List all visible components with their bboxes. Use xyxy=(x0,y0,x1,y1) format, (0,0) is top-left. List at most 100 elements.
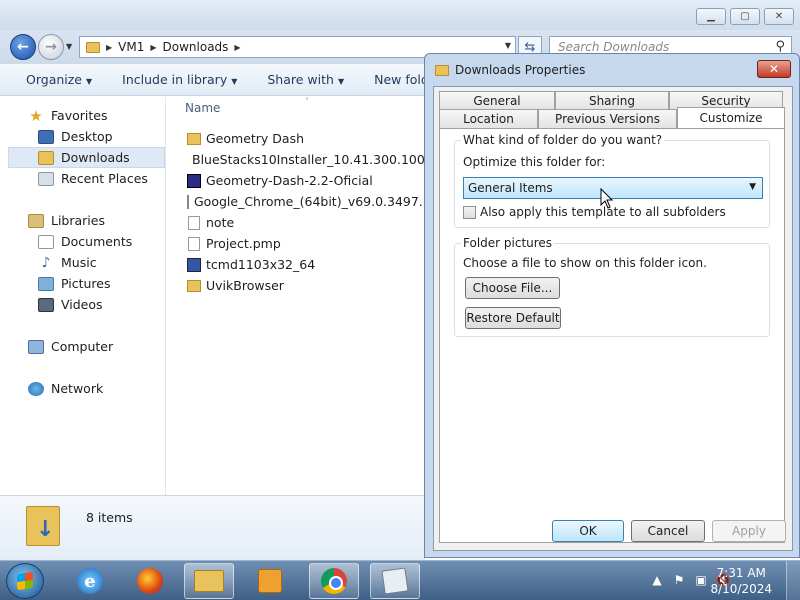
media-player-icon xyxy=(258,569,282,593)
nav-videos-label: Videos xyxy=(61,297,103,312)
nav-recent-places[interactable]: Recent Places xyxy=(38,168,148,189)
downloads-folder-large-icon xyxy=(26,506,60,546)
taskbar-chrome[interactable] xyxy=(309,563,359,599)
tab-customize[interactable]: Customize xyxy=(677,107,785,128)
taskbar-firefox[interactable] xyxy=(125,563,175,599)
back-button[interactable]: ← xyxy=(10,34,36,60)
nav-pictures[interactable]: Pictures xyxy=(38,273,111,294)
floppy-icon xyxy=(187,173,201,188)
file-row[interactable]: Geometry Dash xyxy=(187,128,425,149)
start-button[interactable] xyxy=(6,563,44,599)
minimize-button[interactable]: ▁ xyxy=(696,8,726,25)
nav-libraries[interactable]: Libraries xyxy=(28,210,105,231)
file-row[interactable]: Google_Chrome_(64bit)_v69.0.3497.100 xyxy=(187,191,425,212)
file-row[interactable]: BlueStacks10Installer_10.41.300.1002_nat… xyxy=(187,149,425,170)
taskbar: e ▲ ⚑ ▣ 🔇 7:31 AM 8/10/2024 xyxy=(0,560,800,600)
file-row[interactable]: Geometry-Dash-2.2-Oficial xyxy=(187,170,425,191)
include-in-library-label: Include in library xyxy=(122,72,228,87)
mouse-cursor-icon xyxy=(600,188,614,209)
clock-time: 7:31 AM xyxy=(716,566,766,580)
folder-pictures-text: Choose a file to show on this folder ico… xyxy=(463,256,707,270)
file-list: Name ˄ Geometry Dash BlueStacks10Install… xyxy=(167,97,425,495)
taskbar-media-player[interactable] xyxy=(245,563,295,599)
nav-music[interactable]: ♪ Music xyxy=(38,252,97,273)
breadcrumb-arrow-icon[interactable]: ▶ xyxy=(150,43,156,52)
dialog-close-button[interactable]: ✕ xyxy=(757,60,791,78)
close-button[interactable]: ✕ xyxy=(764,8,794,25)
file-row[interactable]: Project.pmp xyxy=(187,233,425,254)
cancel-button[interactable]: Cancel xyxy=(631,520,705,542)
folder-type-group: What kind of folder do you want? Optimiz… xyxy=(454,133,770,228)
document-icon xyxy=(188,236,200,251)
breadcrumb-vm1[interactable]: VM1 xyxy=(118,40,144,54)
tab-location[interactable]: Location xyxy=(439,109,538,128)
nav-desktop[interactable]: Desktop xyxy=(38,126,113,147)
windows-logo-icon xyxy=(17,571,33,591)
nav-music-label: Music xyxy=(61,255,97,270)
share-with-menu[interactable]: Share with ▼ xyxy=(267,72,344,87)
taskbar-explorer[interactable] xyxy=(184,563,234,599)
clock-date: 8/10/2024 xyxy=(710,582,772,596)
explorer-titlebar: ▁ ▢ ✕ xyxy=(0,0,800,30)
window-controls: ▁ ▢ ✕ xyxy=(696,8,794,25)
file-row[interactable]: UvikBrowser xyxy=(187,275,425,296)
address-dropdown-icon[interactable]: ▼ xyxy=(505,41,511,50)
show-desktop-button[interactable] xyxy=(786,561,800,600)
nav-favorites[interactable]: ★ Favorites xyxy=(28,105,107,126)
search-icon[interactable]: ⚲ xyxy=(775,39,785,54)
details-pane: 8 items xyxy=(0,495,425,560)
organize-menu[interactable]: Organize ▼ xyxy=(26,72,92,87)
nav-videos[interactable]: Videos xyxy=(38,294,103,315)
tab-sharing[interactable]: Sharing xyxy=(555,91,669,110)
chevron-down-icon: ▼ xyxy=(231,77,238,86)
network-tray-icon[interactable]: ▣ xyxy=(694,573,708,587)
taskbar-internet-explorer[interactable]: e xyxy=(65,563,115,599)
recent-places-icon xyxy=(38,171,54,186)
network-icon xyxy=(28,381,44,396)
file-name: UvikBrowser xyxy=(206,278,284,293)
chrome-icon xyxy=(321,568,347,594)
ok-button[interactable]: OK xyxy=(552,520,624,542)
document-icon xyxy=(188,215,200,230)
chevron-down-icon: ▼ xyxy=(749,182,756,192)
breadcrumb-arrow-icon[interactable]: ▶ xyxy=(106,43,112,52)
organize-label: Organize xyxy=(26,72,82,87)
file-name: Geometry Dash xyxy=(206,131,305,146)
tab-previous-versions[interactable]: Previous Versions xyxy=(538,109,677,128)
apply-subfolders-checkbox[interactable]: Also apply this template to all subfolde… xyxy=(463,205,726,219)
choose-file-button[interactable]: Choose File... xyxy=(465,277,560,299)
checkbox-box[interactable] xyxy=(463,205,476,219)
clock[interactable]: 7:31 AM 8/10/2024 xyxy=(710,565,772,597)
restore-default-button[interactable]: Restore Default xyxy=(465,307,561,329)
nav-recent-places-label: Recent Places xyxy=(61,171,148,186)
nav-favorites-label: Favorites xyxy=(51,108,108,123)
nav-documents[interactable]: Documents xyxy=(38,231,132,252)
folder-pictures-group: Folder pictures Choose a file to show on… xyxy=(454,236,770,337)
apply-button[interactable]: Apply xyxy=(712,520,786,542)
nav-computer-label: Computer xyxy=(51,339,114,354)
nav-network[interactable]: Network xyxy=(28,378,103,399)
nav-computer[interactable]: Computer xyxy=(28,336,113,357)
folder-icon xyxy=(435,64,449,76)
taskbar-properties[interactable] xyxy=(370,563,420,599)
nav-pictures-label: Pictures xyxy=(61,276,111,291)
file-row[interactable]: note xyxy=(187,212,425,233)
tab-general[interactable]: General xyxy=(439,91,555,110)
file-row[interactable]: tcmd1103x32_64 xyxy=(187,254,425,275)
breadcrumb-arrow-icon[interactable]: ▶ xyxy=(234,43,240,52)
videos-icon xyxy=(38,297,54,312)
show-hidden-icons-icon[interactable]: ▲ xyxy=(650,573,664,587)
chevron-down-icon: ▼ xyxy=(86,77,93,86)
nav-downloads[interactable]: Downloads xyxy=(8,147,165,168)
floppy-icon xyxy=(187,257,201,272)
forward-button[interactable]: → xyxy=(38,34,64,60)
libraries-icon xyxy=(28,213,44,228)
column-header-name[interactable]: Name xyxy=(185,101,220,115)
include-in-library-menu[interactable]: Include in library ▼ xyxy=(122,72,237,87)
maximize-button[interactable]: ▢ xyxy=(730,8,760,25)
recent-pages-dropdown[interactable]: ▼ xyxy=(66,42,72,51)
pictures-icon xyxy=(38,276,54,291)
breadcrumb-downloads[interactable]: Downloads xyxy=(163,40,229,54)
action-center-flag-icon[interactable]: ⚑ xyxy=(672,573,686,587)
documents-icon xyxy=(38,234,54,249)
